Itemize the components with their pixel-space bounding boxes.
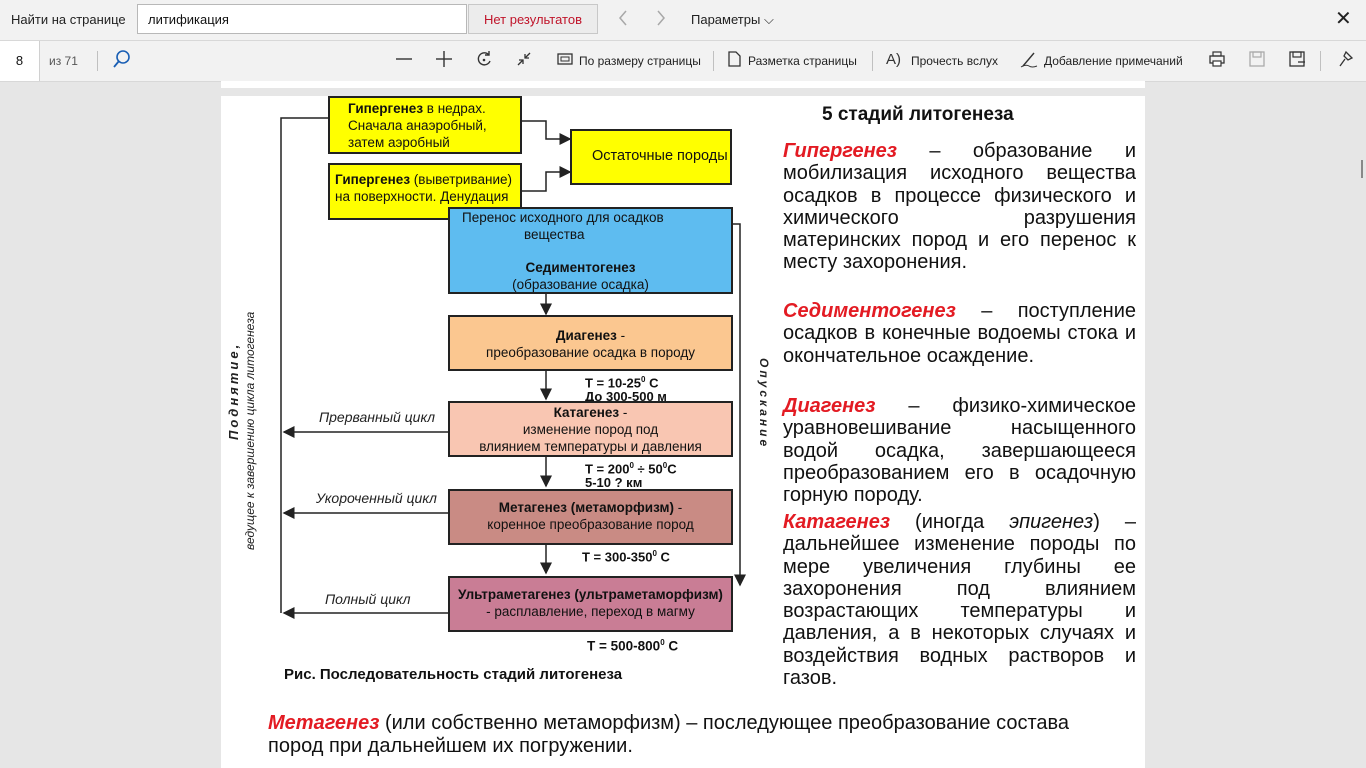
term-metagenesis: Метагенез [268, 712, 380, 734]
sedimentogenesis-term: Седиментогенез [525, 260, 636, 275]
catagenesis-conditions: T = 2000 ÷ 500C 5-10 ? км [585, 459, 677, 490]
metagenesis-conditions: T = 300-3500 C [582, 547, 670, 564]
cycle-short-label: Укороченный цикл [316, 490, 437, 506]
metagenesis-temp-a: T = 300-350 [582, 549, 653, 565]
catagenesis-desc1: изменение пород под [522, 422, 659, 437]
hypergenesis-deep-term: Гипергенез [348, 101, 424, 116]
term-catagenesis: Катагенез [783, 511, 891, 533]
catagenesis-dash: - [619, 405, 628, 420]
term-sedimentogenesis: Седиментогенез [783, 300, 956, 322]
diagenesis-term: Диагенез [555, 328, 617, 343]
metagenesis-dash: - [673, 500, 683, 515]
hypergenesis-surface-term: Гипергенез [335, 172, 411, 187]
catagenesis-mid: (иногда [890, 511, 1010, 533]
catagenesis-temp-c: C [667, 461, 677, 477]
hypergenesis-deep-text: в недрах. [423, 101, 486, 116]
hypergenesis-deep-line2: Сначала анаэробный, [348, 118, 487, 133]
catagenesis-box: Катагенез - изменение пород под влиянием… [448, 401, 733, 457]
ultrametagenesis-box: Ультраметагенез (ультраметаморфизм) - ра… [448, 576, 733, 632]
catagenesis-definition: ) – дальнейшее изменение породы по мере … [783, 511, 1137, 690]
metagenesis-definition: (или собственно метаморфизм) – последующ… [268, 712, 1070, 757]
catagenesis-term: Катагенез [553, 405, 620, 420]
uplift-label: Поднятие, [226, 341, 241, 440]
term-epigenesis: эпигенез [1009, 511, 1094, 533]
residual-rocks-box: Остаточные породы [570, 129, 732, 185]
term-hypergenesis: Гипергенез [783, 140, 897, 162]
sedimentogenesis-sub: (образование осадка) [512, 277, 649, 292]
diagenesis-temp-a: T = 10-25 [585, 375, 642, 391]
paragraph-hypergenesis: Гипергенез – образование и мобилизация и… [783, 140, 1136, 274]
ultrametagenesis-desc: - расплавление, переход в магму [486, 604, 695, 619]
diagenesis-dash: - [616, 328, 626, 343]
catagenesis-desc2: влиянием температуры и давления [479, 439, 702, 454]
uplift-sublabel: ведущее к завершению цикла литогенеза [243, 311, 257, 550]
figure-caption: Рис. Последовательность стадий литогенез… [284, 666, 623, 683]
catagenesis-temp-b: ÷ 50 [633, 461, 663, 477]
ultrametagenesis-conditions: T = 500-8000 C [587, 636, 678, 654]
hypergenesis-deep-line3: затем аэробный [348, 135, 450, 150]
paragraph-metagenesis: Метагенез (или собственно метаморфизм) –… [268, 712, 1128, 757]
ultrametagenesis-temp-a: T = 500-800 [587, 638, 661, 654]
diagram-connectors [280, 117, 746, 619]
diagenesis-conditions: T = 10-250 C До 300-500 м [585, 373, 667, 404]
hypergenesis-surface-text: (выветривание) [410, 172, 512, 187]
section-title: 5 стадий литогенеза [822, 104, 1014, 125]
term-diagenesis: Диагенез [783, 395, 876, 417]
diagenesis-temp-b: C [645, 375, 659, 391]
diagenesis-desc: преобразование осадка в породу [486, 345, 695, 360]
subsidence-label: Опускание [757, 358, 771, 450]
cycle-full-label: Полный цикл [325, 591, 411, 607]
hypergenesis-deep-box: Гипергенез в недрах. Сначала анаэробный,… [328, 96, 522, 154]
cycle-interrupted-label: Прерванный цикл [319, 409, 435, 425]
metagenesis-term: Метагенез (метаморфизм) [498, 500, 674, 515]
metagenesis-box: Метагенез (метаморфизм) - коренное преоб… [448, 489, 733, 545]
paragraph-sedimentogenesis: Седиментогенез – поступление осадков в к… [783, 300, 1136, 367]
diagenesis-box: Диагенез - преобразование осадка в пород… [448, 315, 733, 371]
transfer-line1: Перенос исходного для осадков [462, 210, 664, 225]
hypergenesis-surface-line2: на поверхности. Денудация [335, 189, 509, 204]
sedimentogenesis-box: Перенос исходного для осадков вещества С… [448, 207, 733, 294]
residual-rocks-label: Остаточные породы [592, 148, 728, 164]
metagenesis-temp-b: C [656, 549, 670, 565]
paragraph-catagenesis: Катагенез (иногда эпигенез) – дальнейшее… [783, 511, 1136, 689]
paragraph-diagenesis: Диагенез – физико-химическое уравновешив… [783, 395, 1136, 506]
catagenesis-temp-a: T = 200 [585, 461, 630, 477]
ultrametagenesis-temp-b: C [664, 638, 679, 654]
metagenesis-desc: коренное преобразование пород [487, 517, 694, 532]
ultrametagenesis-term: Ультраметагенез (ультраметаморфизм) [458, 587, 723, 602]
transfer-line2: вещества [524, 227, 585, 242]
